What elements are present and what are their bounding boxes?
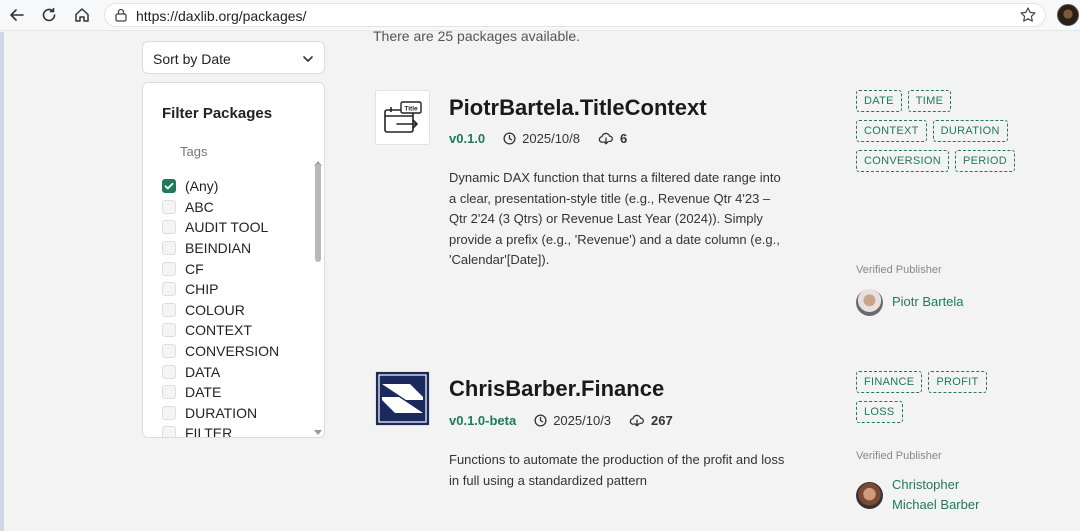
tag-badge[interactable]: DURATION	[932, 120, 1008, 142]
tag-option-label: CONVERSION	[185, 343, 280, 360]
cloud-download-icon	[629, 414, 645, 427]
tag-option-label: COLOUR	[185, 301, 245, 318]
tag-option-label: CHIP	[185, 281, 219, 298]
cloud-download-icon	[598, 132, 614, 145]
finance-logo-icon[interactable]	[375, 371, 430, 426]
tag-option-label: DURATION	[185, 404, 258, 421]
tag-option-label: ABC	[185, 198, 214, 215]
checkbox[interactable]	[162, 220, 176, 235]
tag-option-label: BEINDIAN	[185, 240, 252, 257]
package-downloads: 6	[620, 131, 628, 146]
tag-option-cf[interactable]: CF	[162, 258, 312, 279]
tag-badge[interactable]: DATE	[856, 90, 902, 112]
package-date: 2025/10/3	[553, 413, 612, 428]
clock-icon	[534, 414, 547, 427]
back-icon[interactable]	[5, 4, 29, 26]
sort-select-value: Sort by Date	[153, 51, 231, 67]
tag-option-context[interactable]: CONTEXT	[162, 320, 312, 341]
tag-option-abc[interactable]: ABC	[162, 197, 312, 218]
tag-option-colour[interactable]: COLOUR	[162, 300, 312, 321]
filter-panel: Filter Packages Tags (Any) ABC AUDIT TOO…	[142, 82, 325, 438]
tag-option-label: CF	[185, 260, 204, 277]
tag-option-conversion[interactable]: CONVERSION	[162, 341, 312, 362]
reload-icon[interactable]	[37, 4, 61, 26]
package-tags: FINANCE PROFIT LOSS	[856, 371, 1026, 423]
package-tags: DATE TIME CONTEXT DURATION CONVERSION PE…	[856, 90, 1026, 172]
checkbox[interactable]	[162, 241, 176, 256]
tag-option-audit-tool[interactable]: AUDIT TOOL	[162, 217, 312, 238]
tag-option-label: DATA	[185, 363, 221, 380]
tag-option-label: FILTER	[185, 425, 233, 438]
checkbox[interactable]	[162, 385, 176, 400]
browser-toolbar: https://daxlib.org/packages/	[0, 0, 1080, 31]
tag-list-scrollbar[interactable]	[313, 153, 323, 435]
tag-option-beindian[interactable]: BEINDIAN	[162, 238, 312, 259]
checkbox[interactable]	[162, 199, 176, 214]
address-bar[interactable]: https://daxlib.org/packages/	[104, 3, 1046, 27]
tag-badge[interactable]: CONVERSION	[856, 150, 949, 172]
checkbox[interactable]	[162, 405, 176, 420]
clock-icon	[503, 132, 516, 145]
package-title[interactable]: PiotrBartela.TitleContext	[449, 95, 707, 121]
tag-option-filter[interactable]: FILTER	[162, 423, 312, 438]
tag-badge[interactable]: PERIOD	[954, 150, 1015, 172]
page-edge	[0, 32, 4, 531]
publisher-name[interactable]: Christopher Michael Barber	[892, 475, 992, 515]
checkbox[interactable]	[162, 323, 176, 338]
filter-title: Filter Packages	[162, 105, 273, 122]
package-count: There are 25 packages available.	[373, 28, 581, 44]
tag-option-chip[interactable]: CHIP	[162, 279, 312, 300]
avatar[interactable]	[856, 482, 883, 509]
package-description: Dynamic DAX function that turns a filter…	[449, 170, 781, 267]
tag-badge[interactable]: TIME	[907, 90, 952, 112]
checkbox-checked-icon[interactable]	[162, 179, 176, 194]
tag-option-label: AUDIT TOOL	[185, 219, 269, 236]
home-icon[interactable]	[70, 4, 94, 26]
publisher[interactable]: Christopher Michael Barber	[856, 475, 996, 515]
tag-badge[interactable]: PROFIT	[928, 371, 987, 393]
tag-option-data[interactable]: DATA	[162, 361, 312, 382]
checkbox[interactable]	[162, 302, 176, 317]
url-text[interactable]: https://daxlib.org/packages/	[136, 8, 306, 24]
tag-option-any[interactable]: (Any)	[162, 176, 312, 197]
chevron-down-icon	[302, 52, 314, 68]
package-version[interactable]: v0.1.0	[449, 131, 485, 146]
tag-option-duration[interactable]: DURATION	[162, 403, 312, 424]
tag-option-label: DATE	[185, 384, 222, 401]
package-meta: v0.1.0 2025/10/8 6	[449, 131, 627, 146]
tag-badge[interactable]: FINANCE	[856, 371, 923, 393]
checkbox[interactable]	[162, 282, 176, 297]
tag-filter-list: (Any) ABC AUDIT TOOL BEINDIAN CF CHIP CO…	[162, 176, 312, 438]
package-description: Functions to automate the production of …	[449, 452, 785, 488]
package-date: 2025/10/8	[522, 131, 580, 146]
tag-option-label: (Any)	[185, 178, 219, 195]
sort-select[interactable]: Sort by Date	[142, 41, 325, 74]
favorite-star-icon[interactable]	[1019, 6, 1037, 29]
tag-option-label: CONTEXT	[185, 322, 252, 339]
checkbox[interactable]	[162, 261, 176, 276]
checkbox[interactable]	[162, 364, 176, 379]
checkbox[interactable]	[162, 426, 176, 437]
tag-option-date[interactable]: DATE	[162, 382, 312, 403]
lock-icon[interactable]	[114, 7, 128, 28]
verified-publisher-label: Verified Publisher	[856, 264, 942, 276]
scroll-thumb[interactable]	[315, 164, 321, 262]
publisher-name[interactable]: Piotr Bartela	[892, 292, 964, 312]
avatar[interactable]	[856, 289, 883, 316]
package-downloads: 267	[651, 413, 673, 428]
title-context-icon[interactable]: Title	[375, 90, 430, 145]
tag-badge[interactable]: LOSS	[856, 401, 903, 423]
publisher[interactable]: Piotr Bartela	[856, 289, 1056, 316]
package-meta: v0.1.0-beta 2025/10/3 267	[449, 413, 673, 428]
package-title[interactable]: ChrisBarber.Finance	[449, 376, 664, 402]
scroll-down-arrow-icon[interactable]	[314, 423, 322, 437]
checkbox[interactable]	[162, 344, 176, 359]
svg-text:Title: Title	[404, 105, 418, 112]
tag-badge[interactable]: CONTEXT	[856, 120, 927, 142]
verified-publisher-label: Verified Publisher	[856, 450, 942, 462]
tags-label: Tags	[180, 144, 208, 159]
profile-avatar[interactable]	[1057, 4, 1079, 26]
package-version[interactable]: v0.1.0-beta	[449, 413, 516, 428]
